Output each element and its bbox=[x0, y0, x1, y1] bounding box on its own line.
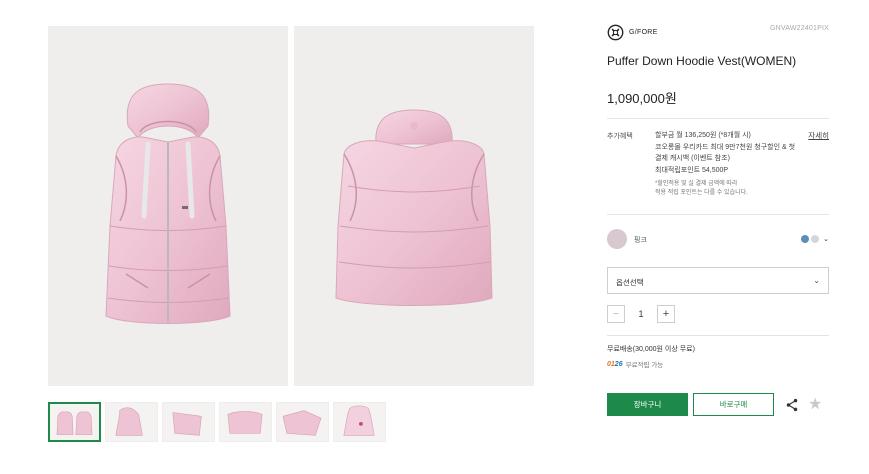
option-select[interactable]: 옵션선택 ⌄ bbox=[607, 267, 829, 294]
benefits-detail-link[interactable]: 자세히 bbox=[808, 130, 829, 141]
star-icon[interactable]: ★ bbox=[808, 396, 822, 413]
front-view-image[interactable] bbox=[48, 26, 288, 386]
color-swatch-list[interactable]: ⌄ bbox=[801, 235, 829, 243]
thumbnail-image bbox=[172, 412, 202, 436]
benefit-note: 적용 적립 포인트는 다를 수 있습니다. bbox=[655, 189, 748, 196]
thumbnail-4[interactable] bbox=[219, 402, 272, 442]
front-vest-illustration bbox=[105, 83, 231, 324]
benefits-section: 추가혜택 할부금 월 136,250원 (*8개월 시) 코오롱몰 우리카드 최… bbox=[607, 128, 829, 206]
quantity-decrease-button[interactable]: − bbox=[607, 305, 625, 323]
selected-color-name: 핑크 bbox=[634, 237, 647, 244]
thumbnail-3[interactable] bbox=[162, 402, 215, 442]
brand-name: G/FORE bbox=[629, 29, 658, 36]
color-swatch-blue[interactable] bbox=[801, 235, 810, 243]
add-to-cart-button[interactable]: 장바구니 bbox=[607, 393, 688, 416]
thumbnail-2[interactable] bbox=[105, 402, 158, 442]
buy-now-button[interactable]: 바로구매 bbox=[693, 393, 774, 416]
quantity-value[interactable]: 1 bbox=[625, 309, 657, 319]
back-view-image[interactable] bbox=[294, 26, 534, 386]
chevron-down-icon[interactable]: ⌄ bbox=[823, 235, 829, 243]
quantity-increase-button[interactable]: + bbox=[657, 305, 675, 323]
benefits-lines: 할부금 월 136,250원 (*8개월 시) 코오롱몰 우리카드 최대 9만7… bbox=[655, 130, 795, 197]
benefit-line: 결제 캐시백 (이벤트 참조) bbox=[655, 155, 730, 162]
thumbnail-5[interactable] bbox=[276, 402, 329, 442]
divider bbox=[607, 214, 829, 215]
share-icon[interactable] bbox=[785, 398, 799, 412]
quantity-stepper: − 1 + bbox=[607, 305, 675, 323]
benefits-label: 추가혜택 bbox=[607, 133, 633, 140]
color-option-row[interactable]: 핑크 ⌄ bbox=[607, 228, 829, 250]
points-badge-suffix: 26 bbox=[614, 360, 623, 368]
gfore-logo-icon bbox=[607, 24, 624, 41]
purchase-actions: 장바구니 바로구매 ★ bbox=[607, 393, 822, 416]
benefit-line: 코오롱몰 우리카드 최대 9만7천원 청구할인 & 첫 bbox=[655, 143, 796, 151]
brand-logo[interactable]: G/FORE bbox=[607, 24, 658, 41]
points-badge: 0126 bbox=[607, 361, 623, 368]
option-select-label: 옵션선택 bbox=[616, 278, 644, 287]
divider bbox=[607, 335, 829, 336]
thumbnail-6[interactable] bbox=[333, 402, 386, 442]
points-badge-prefix: 01 bbox=[607, 360, 615, 368]
back-vest-illustration bbox=[335, 109, 493, 306]
divider bbox=[607, 118, 829, 119]
product-code: GNVAW22401PIX bbox=[769, 25, 829, 32]
product-price: 1,090,000원 bbox=[607, 91, 677, 106]
points-text: 무료적립 가능 bbox=[625, 362, 664, 369]
thumbnail-image bbox=[115, 407, 143, 436]
benefit-line: 최대적립포인트 54,500P bbox=[655, 166, 729, 174]
points-info: 0126 무료적립 가능 bbox=[607, 359, 664, 370]
benefit-note: *할인적용 및 실 결제 금액에 따라 bbox=[655, 181, 738, 187]
benefit-line: 할부금 월 136,250원 (*8개월 시) bbox=[655, 132, 751, 139]
thumbnail-image bbox=[282, 410, 322, 436]
thumbnail-1[interactable] bbox=[48, 402, 101, 442]
product-info-panel: G/FORE GNVAW22401PIX Puffer Down Hoodie … bbox=[607, 22, 829, 107]
brand-row: G/FORE GNVAW22401PIX bbox=[607, 22, 829, 46]
thumbnail-image bbox=[56, 411, 93, 435]
shipping-info: 무료배송(30,000원 이상 무료) bbox=[607, 346, 695, 353]
thumbnail-image bbox=[227, 411, 263, 434]
thumbnail-strip bbox=[48, 402, 386, 442]
chevron-down-icon: ⌄ bbox=[813, 276, 820, 285]
color-swatch-light[interactable] bbox=[811, 235, 820, 243]
selected-color-swatch[interactable] bbox=[607, 229, 627, 249]
product-title: Puffer Down Hoodie Vest(WOMEN) bbox=[607, 54, 797, 68]
thumbnail-image bbox=[343, 405, 375, 436]
